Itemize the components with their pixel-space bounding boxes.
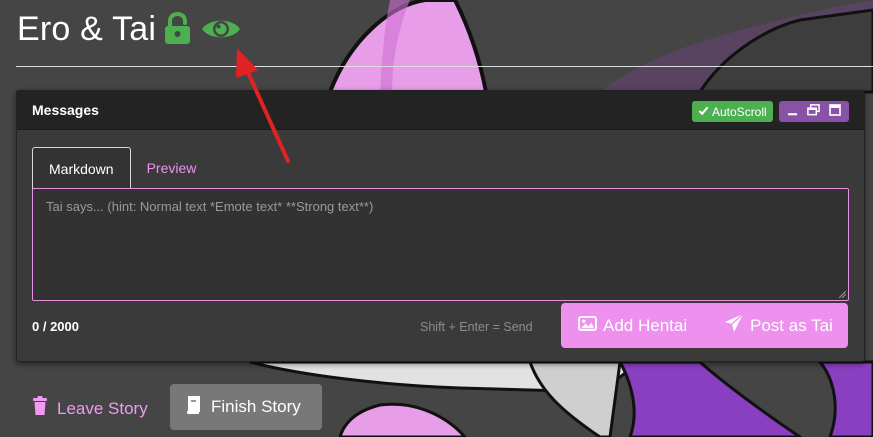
eye-icon[interactable]	[200, 14, 242, 44]
send-icon	[724, 313, 744, 338]
title-divider	[16, 66, 873, 67]
post-actions: Add Hentai Post as Tai	[561, 303, 848, 348]
tab-markdown[interactable]: Markdown	[32, 147, 131, 189]
leave-story-button[interactable]: Leave Story	[32, 396, 148, 421]
message-placeholder: Tai says... (hint: Normal text *Emote te…	[46, 199, 374, 214]
editor-tabs: Markdown Preview	[32, 147, 212, 189]
leave-story-label: Leave Story	[57, 398, 148, 418]
tab-preview[interactable]: Preview	[131, 147, 213, 189]
add-hentai-button[interactable]: Add Hentai	[561, 303, 709, 348]
panel-title: Messages	[32, 102, 99, 118]
send-hint: Shift + Enter = Send	[420, 320, 533, 334]
finish-story-button[interactable]: Finish Story	[170, 384, 322, 430]
window-controls	[779, 101, 849, 122]
messages-panel: Messages AutoScroll Markdown Preview Tai…	[16, 90, 865, 362]
post-button[interactable]: Post as Tai	[709, 303, 848, 348]
add-hentai-label: Add Hentai	[603, 315, 688, 335]
page-title: Ero & Tai	[17, 9, 157, 48]
check-icon	[698, 105, 709, 119]
autoscroll-button[interactable]: AutoScroll	[692, 101, 773, 122]
book-icon	[186, 395, 201, 419]
post-label: Post as Tai	[750, 315, 833, 335]
minimize-icon[interactable]	[787, 103, 798, 121]
character-counter: 0 / 2000	[32, 319, 79, 334]
autoscroll-label: AutoScroll	[712, 104, 767, 119]
story-header: Ero & Tai	[17, 6, 242, 52]
message-input[interactable]: Tai says... (hint: Normal text *Emote te…	[32, 188, 849, 301]
restore-icon[interactable]	[807, 103, 820, 121]
annotation-arrow	[236, 48, 290, 163]
finish-story-label: Finish Story	[211, 397, 301, 416]
panel-header: Messages AutoScroll	[17, 91, 864, 130]
resize-grip-icon[interactable]	[838, 290, 846, 298]
unlock-icon[interactable]	[162, 11, 194, 46]
image-icon	[578, 315, 597, 336]
trash-icon	[32, 396, 48, 421]
maximize-icon[interactable]	[828, 103, 841, 121]
